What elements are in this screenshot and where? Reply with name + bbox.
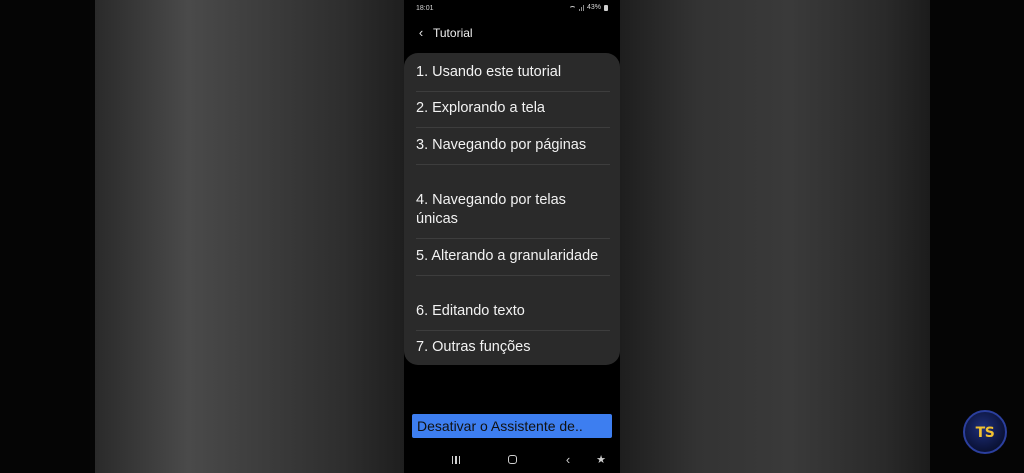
menu-item-navigating-pages[interactable]: 3. Navegando por páginas xyxy=(416,136,610,165)
tutorial-menu: 1. Usando este tutorial 2. Explorando a … xyxy=(404,53,620,365)
app-header: ‹ Tutorial xyxy=(404,20,620,46)
menu-item-exploring-screen[interactable]: 2. Explorando a tela xyxy=(416,99,610,128)
disable-assistant-button[interactable]: Desativar o Assistente de.. xyxy=(412,414,612,438)
backdrop-edge-right xyxy=(930,0,1024,473)
backdrop-edge-left xyxy=(0,0,95,473)
menu-item-changing-granularity[interactable]: 5. Alterando a granularidade xyxy=(416,247,610,276)
menu-item-other-functions[interactable]: 7. Outras funções xyxy=(416,338,610,357)
back-arrow-icon[interactable]: ‹ xyxy=(415,26,427,40)
blurred-background-left xyxy=(95,0,405,473)
status-time: 18:01 xyxy=(416,5,434,12)
battery-icon xyxy=(604,4,608,11)
menu-item-editing-text[interactable]: 6. Editando texto xyxy=(416,302,610,331)
recents-icon[interactable] xyxy=(449,453,463,467)
back-icon[interactable]: ‹ xyxy=(561,453,575,467)
home-icon[interactable] xyxy=(505,453,519,467)
battery-percent: 43% xyxy=(586,4,601,11)
page-title: Tutorial xyxy=(433,26,473,40)
navigation-bar: ‹ ★ xyxy=(404,448,620,473)
accessibility-icon[interactable]: ★ xyxy=(594,453,608,467)
phone-screen: 18:01 43% ‹ Tutorial 1. Usando este tuto… xyxy=(404,0,620,473)
status-icons: 43% xyxy=(568,4,608,12)
signal-icon xyxy=(578,4,584,11)
menu-item-navigating-single-screens[interactable]: 4. Navegando por telas únicas xyxy=(416,191,610,239)
logo-text: TS xyxy=(975,425,995,441)
menu-item-using-tutorial[interactable]: 1. Usando este tutorial xyxy=(416,63,610,92)
wifi-icon xyxy=(568,5,576,12)
channel-logo: TS xyxy=(963,410,1007,454)
status-bar: 18:01 43% xyxy=(404,0,620,18)
blurred-background-right xyxy=(620,0,930,473)
